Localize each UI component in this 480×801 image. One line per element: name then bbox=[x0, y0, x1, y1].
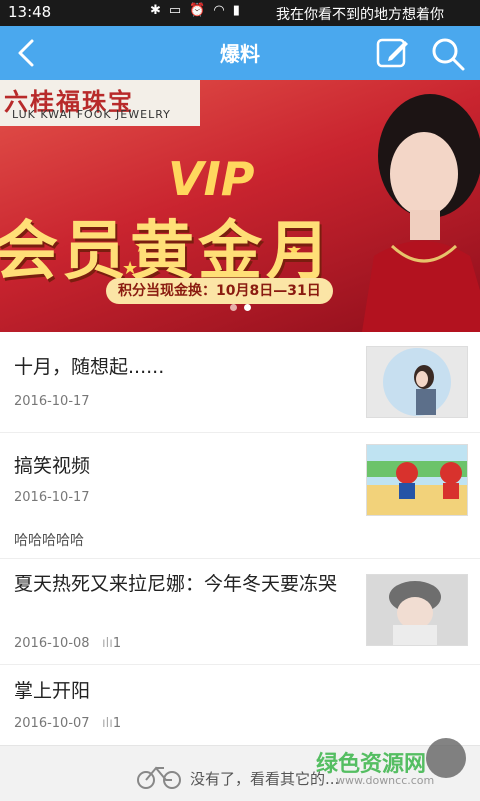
article-title: 搞笑视频 bbox=[14, 455, 91, 477]
view-count: ılı1 bbox=[102, 716, 121, 731]
list-item[interactable]: 夏天热死又来拉尼娜：今年冬天要冻哭 2016-10-08 ılı1 bbox=[0, 566, 480, 662]
article-title: 夏天热死又来拉尼娜：今年冬天要冻哭 bbox=[14, 573, 338, 595]
article-title: 掌上开阳 bbox=[14, 680, 91, 702]
watermark-url: www.downcc.com bbox=[336, 774, 435, 787]
carousel-indicator bbox=[230, 304, 251, 311]
brand-logo: 六桂福珠宝 LUK KWAI FOOK JEWELRY bbox=[0, 80, 200, 126]
app-header: 爆料 bbox=[0, 26, 480, 80]
carousel-dot-active[interactable] bbox=[244, 304, 251, 311]
status-bar: 13:48 ✱ ▭ ⏰ ◠ ▮ 我在你看不到的地方想着你 bbox=[0, 0, 480, 26]
bicycle-icon bbox=[137, 766, 181, 789]
promo-banner[interactable]: 六桂福珠宝 LUK KWAI FOOK JEWELRY ★ ★ ★ VIP 会员… bbox=[0, 80, 480, 332]
view-count-value: 1 bbox=[112, 636, 122, 651]
search-icon[interactable] bbox=[428, 34, 468, 74]
banner-subline: 积分当现金换：10月8日—31日 bbox=[106, 278, 333, 304]
list-item[interactable]: 十月，随想起...... 2016-10-17 bbox=[0, 342, 480, 432]
brand-name-en: LUK KWAI FOOK JEWELRY bbox=[12, 108, 171, 121]
back-to-top-button[interactable] bbox=[426, 738, 466, 778]
status-time: 13:48 bbox=[8, 3, 52, 21]
vip-label: VIP bbox=[168, 152, 255, 206]
signal-icon: ▮ bbox=[232, 3, 240, 18]
article-date: 2016-10-07 bbox=[14, 716, 90, 731]
list-footer: 没有了，看看其它的... 绿色资源网 www.downcc.com bbox=[0, 738, 480, 801]
views-icon: ılı bbox=[102, 636, 113, 651]
alarm-icon: ⏰ bbox=[189, 3, 206, 18]
divider bbox=[0, 558, 480, 559]
article-thumbnail bbox=[366, 346, 468, 418]
article-thumbnail bbox=[366, 444, 468, 516]
model-image bbox=[362, 94, 480, 332]
divider bbox=[0, 664, 480, 665]
article-snippet: 哈哈哈哈哈 bbox=[14, 533, 84, 549]
wifi-icon: ◠ bbox=[213, 3, 225, 18]
bluetooth-icon: ✱ bbox=[150, 3, 161, 18]
divider bbox=[0, 432, 480, 433]
views-icon: ılı bbox=[102, 716, 113, 731]
list-item[interactable]: 掌上开阳 2016-10-07 ılı1 bbox=[0, 670, 480, 740]
article-date: 2016-10-08 bbox=[14, 636, 90, 651]
notification-ticker: 我在你看不到的地方想着你 bbox=[276, 7, 444, 23]
battery-icon: ▭ bbox=[168, 3, 182, 18]
list-item[interactable]: 搞笑视频 2016-10-17 bbox=[0, 440, 480, 520]
view-count: ılı1 bbox=[102, 636, 121, 651]
carousel-dot[interactable] bbox=[230, 304, 237, 311]
article-date: 2016-10-17 bbox=[14, 394, 90, 409]
article-date: 2016-10-17 bbox=[14, 490, 90, 505]
edit-icon[interactable] bbox=[375, 35, 411, 71]
article-title: 十月，随想起...... bbox=[14, 356, 165, 378]
view-count-value: 1 bbox=[112, 716, 122, 731]
status-icons: ✱ ▭ ⏰ ◠ ▮ bbox=[150, 3, 240, 18]
article-thumbnail bbox=[366, 574, 468, 646]
